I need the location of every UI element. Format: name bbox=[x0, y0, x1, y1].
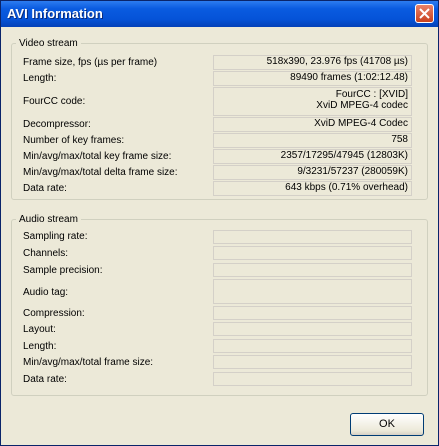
sample-precision-label: Sample precision: bbox=[23, 265, 103, 276]
sampling-rate-value bbox=[213, 230, 412, 244]
data-rate-label: Data rate: bbox=[23, 183, 67, 194]
compression-label: Compression: bbox=[23, 308, 85, 319]
length-value: 89490 frames (1:02:12.48) bbox=[213, 71, 412, 86]
channels-value bbox=[213, 246, 412, 260]
audio-tag-label: Audio tag: bbox=[23, 287, 69, 298]
length-label: Length: bbox=[23, 73, 57, 84]
sample-precision-value bbox=[213, 263, 412, 277]
compression-value bbox=[213, 306, 412, 320]
close-icon bbox=[419, 8, 430, 19]
key-frames-label: Number of key frames: bbox=[23, 135, 125, 146]
layout-label: Layout: bbox=[23, 324, 56, 335]
avi-information-dialog: AVI Information Video stream Frame size,… bbox=[0, 0, 439, 446]
audio-data-rate-label: Data rate: bbox=[23, 374, 67, 385]
data-rate-value: 643 kbps (0.71% overhead) bbox=[213, 181, 412, 196]
delta-frame-size-label: Min/avg/max/total delta frame size: bbox=[23, 167, 178, 178]
frame-size-total-value bbox=[213, 355, 412, 369]
fourcc-codec-name: XviD MPEG-4 codec bbox=[316, 100, 408, 111]
key-frames-value: 758 bbox=[213, 133, 412, 148]
delta-frame-size-value: 9/3231/57237 (280059K) bbox=[213, 165, 412, 180]
layout-value bbox=[213, 322, 412, 336]
title-bar[interactable]: AVI Information bbox=[1, 1, 438, 27]
audio-length-value bbox=[213, 339, 412, 353]
audio-data-rate-value bbox=[213, 372, 412, 386]
audio-length-label: Length: bbox=[23, 341, 57, 352]
close-button[interactable] bbox=[415, 4, 434, 23]
audio-stream-legend: Audio stream bbox=[19, 214, 78, 225]
frame-size-value: 518x390, 23.976 fps (41708 µs) bbox=[213, 55, 412, 70]
fourcc-value: FourCC : [XVID] XviD MPEG-4 codec bbox=[213, 87, 412, 116]
sampling-rate-label: Sampling rate: bbox=[23, 231, 88, 242]
video-stream-legend: Video stream bbox=[19, 38, 78, 49]
key-frame-size-label: Min/avg/max/total key frame size: bbox=[23, 151, 172, 162]
fourcc-code: FourCC : [XVID] bbox=[335, 89, 408, 100]
frame-size-total-label: Min/avg/max/total frame size: bbox=[23, 357, 154, 368]
key-frame-size-value: 2357/17295/47945 (12803K) bbox=[213, 149, 412, 164]
channels-label: Channels: bbox=[23, 248, 69, 259]
fourcc-label: FourCC code: bbox=[23, 96, 86, 107]
decompressor-label: Decompressor: bbox=[23, 119, 91, 130]
window-title: AVI Information bbox=[7, 6, 103, 21]
ok-button[interactable]: OK bbox=[350, 413, 424, 436]
decompressor-value: XviD MPEG-4 Codec bbox=[213, 117, 412, 132]
frame-size-label: Frame size, fps (µs per frame) bbox=[23, 57, 158, 68]
audio-tag-value bbox=[213, 279, 412, 304]
